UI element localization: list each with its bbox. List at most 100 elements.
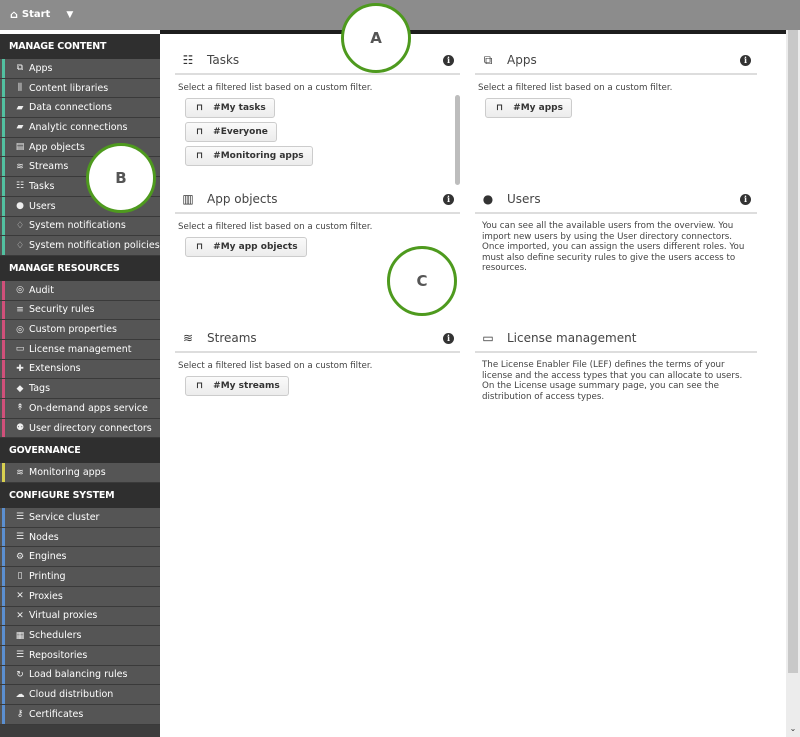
sidebar-item-repositories[interactable]: ☰ Repositories <box>0 645 160 666</box>
info-icon[interactable]: i <box>443 333 454 344</box>
sidebar-item-label: System notifications <box>29 220 126 232</box>
sidebar-item-monitoring-apps[interactable]: ≋ Monitoring apps <box>0 463 160 484</box>
card-header[interactable]: ⧉ Apps i <box>475 47 757 75</box>
filter-chip-label: #My app objects <box>213 242 298 252</box>
sidebar-item-icon: ◆ <box>16 383 24 394</box>
sidebar-item-proxies[interactable]: ✕ Proxies <box>0 586 160 607</box>
sidebar-item-tags[interactable]: ◆ Tags <box>0 379 160 399</box>
sidebar-item-analytic-connections[interactable]: ▰ Analytic connections <box>0 118 160 138</box>
sidebar-item-icon: ⫼ <box>17 83 23 94</box>
sidebar-item-icon: ✚ <box>16 363 24 374</box>
info-icon[interactable]: i <box>443 194 454 205</box>
filter-chip-button[interactable]: ⊓ #My tasks <box>185 98 275 118</box>
sidebar-item-icon: ▭ <box>15 344 25 355</box>
sidebar-item-label: Proxies <box>29 590 63 602</box>
tasks-icon: ☷ <box>182 53 194 67</box>
sidebar-item-icon: ≡ <box>16 304 24 315</box>
sidebar-item-nodes[interactable]: ☰ Nodes <box>0 527 160 548</box>
sidebar-item-icon: ⚙ <box>15 551 25 562</box>
sidebar-item-user-directory-connectors[interactable]: ⚉ User directory connectors <box>0 418 160 439</box>
filter-chip-list: ⊓ #My apps <box>475 94 757 118</box>
user-icon: ● <box>482 192 494 206</box>
filter-chip-button[interactable]: ⊓ #Everyone <box>185 122 277 142</box>
sidebar-item-label: Repositories <box>29 649 88 661</box>
bookmark-icon: ⊓ <box>196 103 204 113</box>
sidebar-item-icon: ▦ <box>15 630 25 641</box>
filter-chip-button[interactable]: ⊓ #My streams <box>185 376 289 396</box>
sidebar-item-icon: ☰ <box>15 512 25 523</box>
filter-chip-list: ⊓ #My tasks ⊓ #Everyone ⊓ #Monitoring apps <box>175 94 460 166</box>
sidebar-item-icon: ↟ <box>16 403 24 414</box>
sidebar-item-content-libraries[interactable]: ⫼ Content libraries <box>0 78 160 99</box>
sidebar-item-custom-properties[interactable]: ◎ Custom properties <box>0 320 160 340</box>
sidebar-item-label: Schedulers <box>29 630 82 642</box>
tasks-card: ☷ Tasks i Select a filtered list based o… <box>175 47 460 185</box>
sidebar-item-printing[interactable]: ▯ Printing <box>0 567 160 587</box>
sidebar-item-schedulers[interactable]: ▦ Schedulers <box>0 626 160 646</box>
sidebar-item-label: Security rules <box>29 304 95 316</box>
page-scrollbar[interactable]: ⌄ <box>786 30 800 737</box>
sidebar-item-icon: ◎ <box>16 324 24 335</box>
card-header[interactable]: ▥ App objects i <box>175 186 460 214</box>
scroll-down-icon[interactable]: ⌄ <box>787 724 799 733</box>
sidebar-item-label: Printing <box>29 570 66 582</box>
card-header[interactable]: ▭ License management <box>475 325 757 353</box>
sidebar-item-certificates[interactable]: ⚷ Certificates <box>0 704 160 725</box>
sidebar-item-license-management[interactable]: ▭ License management <box>0 339 160 360</box>
sidebar-item-cloud-distribution[interactable]: ☁ Cloud distribution <box>0 685 160 705</box>
sidebar-item-data-connections[interactable]: ▰ Data connections <box>0 98 160 119</box>
sidebar-item-service-cluster[interactable]: ☰ Service cluster <box>0 508 160 528</box>
sidebar-item-icon: ☰ <box>15 650 25 661</box>
card-header[interactable]: ● Users i <box>475 186 757 214</box>
sidebar-item-icon: ◎ <box>16 285 24 296</box>
info-icon[interactable]: i <box>740 55 751 66</box>
sidebar-item-label: Nodes <box>29 531 59 543</box>
bookmark-icon: ⊓ <box>196 151 204 161</box>
home-icon: ⌂ <box>10 8 18 21</box>
sidebar-item-audit[interactable]: ◎ Audit <box>0 280 160 301</box>
filter-chip-label: #My tasks <box>213 103 266 113</box>
sidebar-item-load-balancing-rules[interactable]: ↻ Load balancing rules <box>0 665 160 686</box>
sidebar-item-label: Data connections <box>29 102 112 114</box>
sidebar-item-security-rules[interactable]: ≡ Security rules <box>0 300 160 321</box>
info-icon[interactable]: i <box>443 55 454 66</box>
sidebar-item-label: Custom properties <box>29 324 117 336</box>
sidebar-item-icon: ✕ <box>16 610 24 621</box>
sidebar-item-icon: ♢ <box>15 240 25 251</box>
sidebar-item-label: Apps <box>29 62 53 74</box>
filter-chip-button[interactable]: ⊓ #My apps <box>485 98 572 118</box>
sidebar-item-label: Content libraries <box>29 82 109 94</box>
sidebar-item-engines[interactable]: ⚙ Engines <box>0 547 160 568</box>
sidebar-item-extensions[interactable]: ✚ Extensions <box>0 359 160 380</box>
card-header[interactable]: ☷ Tasks i <box>175 47 460 75</box>
sidebar-item-label: System notification policies <box>29 240 160 252</box>
sidebar-item-icon: ⚷ <box>16 709 24 720</box>
sidebar-item-label: Cloud distribution <box>29 689 114 701</box>
sidebar-item-on-demand-apps-service[interactable]: ↟ On-demand apps service <box>0 399 160 419</box>
apps-icon: ⧉ <box>483 52 493 67</box>
streams-card: ≋ Streams i Select a filtered list based… <box>175 325 460 396</box>
filter-chip-button[interactable]: ⊓ #My app objects <box>185 237 307 257</box>
filter-chip-button[interactable]: ⊓ #Monitoring apps <box>185 146 313 166</box>
sidebar-item-icon: ⚉ <box>15 423 25 434</box>
filter-chip-label: #My streams <box>213 381 280 391</box>
apps-card: ⧉ Apps i Select a filtered list based on… <box>475 47 757 118</box>
sidebar-item-icon: ⧉ <box>16 63 24 74</box>
main-content: ☷ Tasks i Select a filtered list based o… <box>160 34 786 737</box>
sidebar-item-system-notifications[interactable]: ♢ System notifications <box>0 216 160 237</box>
card-description: Select a filtered list based on a custom… <box>178 83 373 93</box>
filter-chip-label: #Everyone <box>213 127 268 137</box>
card-header[interactable]: ≋ Streams i <box>175 325 460 353</box>
scrollbar-thumb[interactable] <box>788 30 798 673</box>
sidebar-item-virtual-proxies[interactable]: ✕ Virtual proxies <box>0 606 160 627</box>
sidebar-item-label: License management <box>29 343 132 355</box>
bookmark-icon: ⊓ <box>196 242 204 252</box>
callout-b: B <box>86 143 156 213</box>
sidebar-item-system-notification-policies[interactable]: ♢ System notification policies <box>0 236 160 256</box>
start-menu-button[interactable]: ⌂ Start ▼ <box>10 8 73 21</box>
callout-a: A <box>341 3 411 73</box>
sidebar-item-apps[interactable]: ⧉ Apps <box>0 59 160 79</box>
sidebar-item-icon: ● <box>16 201 24 212</box>
card-scrollbar[interactable] <box>455 95 460 185</box>
info-icon[interactable]: i <box>740 194 751 205</box>
